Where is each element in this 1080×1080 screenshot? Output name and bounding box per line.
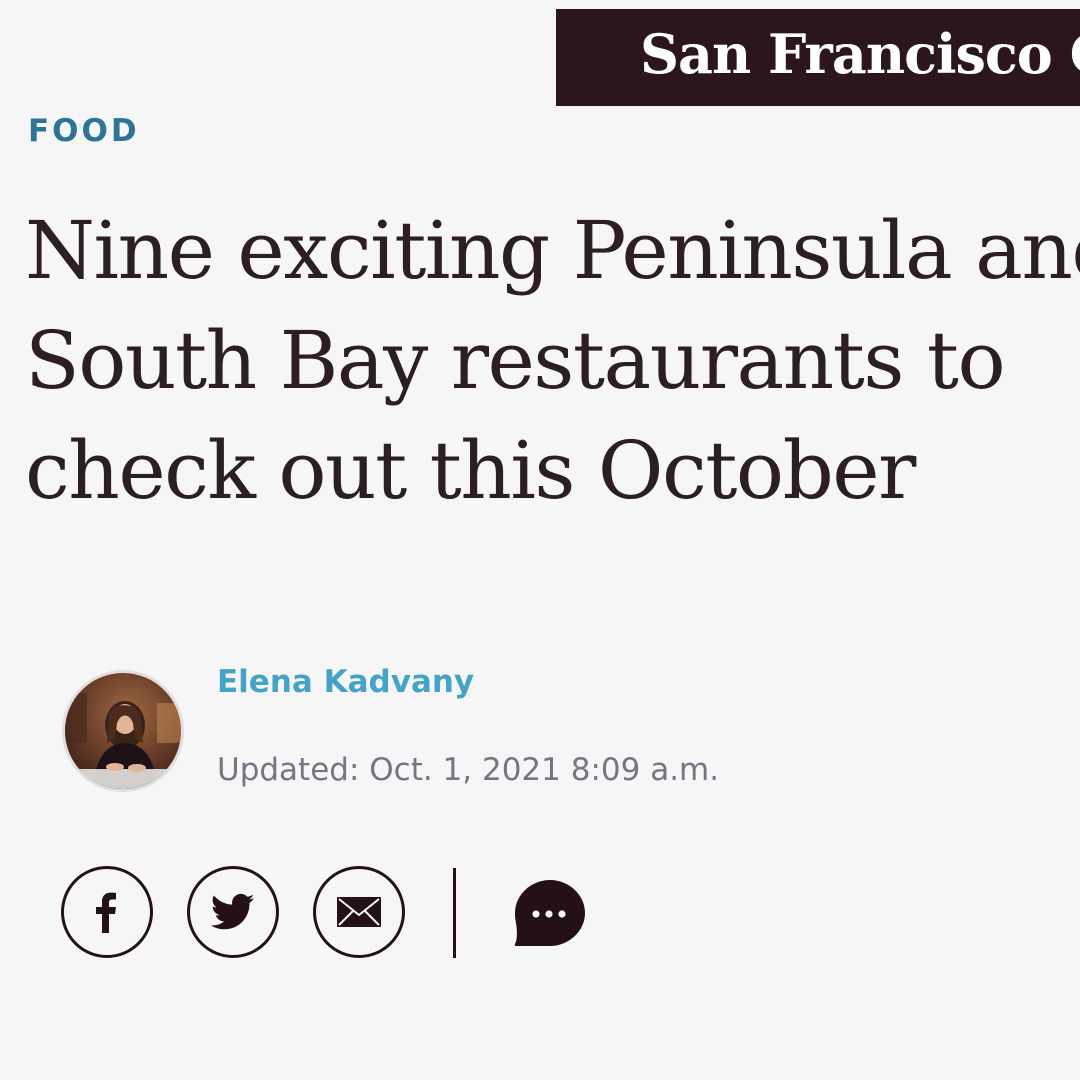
headline-line: Nine exciting Peninsula and [25, 204, 1080, 297]
twitter-icon [211, 893, 255, 930]
email-icon [337, 897, 381, 927]
author-avatar[interactable] [62, 670, 184, 792]
facebook-icon [96, 892, 116, 933]
section-label[interactable]: FOOD [28, 116, 140, 147]
author-photo [65, 673, 181, 789]
comment-icon [514, 880, 585, 946]
masthead-logo[interactable]: San Francisco Chronicle [640, 27, 1080, 81]
headline-line: South Bay restaurants to [25, 314, 1006, 407]
comments-button[interactable] [513, 878, 587, 950]
share-divider [453, 868, 456, 958]
headline-line: check out this October [25, 424, 916, 517]
updated-timestamp: Updated: Oct. 1, 2021 8:09 a.m. [217, 752, 720, 788]
email-share-button[interactable] [313, 866, 405, 958]
masthead[interactable]: San Francisco Chronicle [556, 9, 1080, 106]
facebook-share-button[interactable] [61, 866, 153, 958]
author-name[interactable]: Elena Kadvany [217, 664, 474, 701]
twitter-share-button[interactable] [187, 866, 279, 958]
headline: Nine exciting Peninsula and South Bay re… [25, 196, 1080, 526]
